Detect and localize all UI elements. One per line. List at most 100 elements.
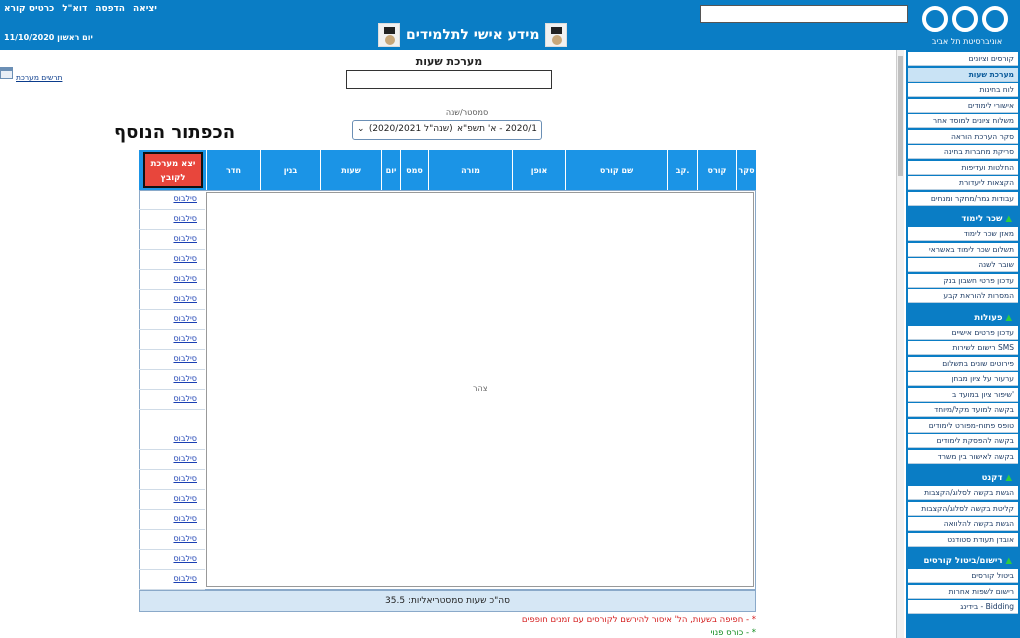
free-course-note: * - כורס פנוי	[710, 628, 756, 638]
sidebar-item[interactable]: סקר הערכת הוראה	[908, 129, 1018, 144]
top-search-input[interactable]	[700, 5, 908, 23]
sidebar-section-header[interactable]: פעולות ▲	[908, 311, 1018, 325]
column-header: בנין	[260, 150, 320, 190]
sidebar-item[interactable]: הגשת בקשה לסלוג/הקצבות	[908, 486, 1018, 500]
expand-arrow-icon: ▲	[1005, 473, 1012, 483]
column-header: קב.	[667, 150, 697, 190]
sidebar-item[interactable]: עדכון פרטי חשבון בנק	[908, 273, 1018, 288]
syllabus-link[interactable]: סילבוס	[139, 570, 205, 590]
sidebar-item[interactable]: קורסים וציונים	[908, 52, 1018, 66]
sidebar-item[interactable]: ביטול קורסים	[908, 569, 1018, 583]
sidebar-item[interactable]: בקשה לאישור בין משרד	[908, 449, 1018, 464]
sidebar-item[interactable]: ערעור על ציון מבחן	[908, 372, 1018, 386]
syllabus-link[interactable]: סילבוס	[139, 290, 205, 310]
sidebar-item[interactable]: רישום לשפות אחרות	[908, 584, 1018, 599]
sidebar-item[interactable]: תשלום שכר לימוד באשראי	[908, 242, 1018, 257]
sidebar-item[interactable]: בקשה למועד מקל/מיוחד	[908, 403, 1018, 417]
sidebar-item[interactable]: בקשה להפסקת לימודים	[908, 434, 1018, 448]
syllabus-link[interactable]: סילבוס	[139, 370, 205, 390]
semester-year: (שנה"ל 2020/2021)	[368, 124, 453, 134]
column-header: סמס	[400, 150, 428, 190]
sidebar-item[interactable]: סריקת מחברות בחינה	[908, 145, 1018, 159]
syllabus-link[interactable]: סילבוס	[139, 350, 205, 370]
syllabus-link[interactable]: סילבוס	[139, 430, 205, 450]
top-bar: יציאה הדפסה דוא"ל כרטיס קורא יום ראשון 1…	[0, 0, 1020, 50]
sidebar-item[interactable]: עדכון פרטים אישיים	[908, 325, 1018, 340]
email-link[interactable]: דוא"ל	[62, 4, 87, 14]
column-header: סקר	[736, 150, 756, 190]
sidebar-item[interactable]: טופס פתוח-מפורט לימודים	[908, 418, 1018, 433]
syllabus-link[interactable]: סילבוס	[139, 310, 205, 330]
syllabus-link[interactable]: סילבוס	[139, 270, 205, 290]
calendar-icon	[0, 67, 13, 79]
chevron-down-icon: ⌄	[357, 124, 365, 134]
syllabus-link[interactable]: סילבוס	[139, 330, 205, 350]
sidebar-item[interactable]: אישורי לימודים	[908, 98, 1018, 113]
sidebar-section-header[interactable]: רישום/ביטול קורסים ▲	[908, 554, 1018, 568]
sidebar-item[interactable]: קליטת בקשה לסלוג/הקצבות	[908, 501, 1018, 516]
column-header: שם קורס	[565, 150, 667, 190]
page-title: מידע אישי לתלמידים	[406, 27, 540, 43]
sidebar-item[interactable]: רישום לשירות SMS	[908, 341, 1018, 355]
sidebar-section-title: דקנט	[981, 473, 1003, 483]
sidebar-section-title: שכר לימוד	[961, 214, 1003, 224]
syllabus-link[interactable]: סילבוס	[139, 530, 205, 550]
syllabus-link[interactable]: סילבוס	[139, 230, 205, 250]
scrollbar-thumb[interactable]	[898, 56, 903, 176]
sidebar-item[interactable]: פירוטים שונים בתשלום	[908, 356, 1018, 371]
column-header: קורס	[697, 150, 736, 190]
overlap-note: * - חפיפה בשעות, הל' איסור להירשם לקורסי…	[521, 615, 756, 625]
sidebar-item[interactable]: החלטות ועדיפות	[908, 160, 1018, 175]
logo-circle-icon	[982, 6, 1008, 32]
print-link[interactable]: הדפסה	[95, 4, 125, 14]
sidebar-item[interactable]: המסרות להוראת קבע	[908, 289, 1018, 303]
column-header: מורה	[428, 150, 512, 190]
sidebar-item[interactable]: מאזן שכר לימוד	[908, 227, 1018, 241]
logo-circle-icon	[922, 6, 948, 32]
sidebar-item[interactable]: שובר לשנה	[908, 258, 1018, 272]
syllabus-link[interactable]: סילבוס	[139, 450, 205, 470]
sidebar-item[interactable]: הקצאות ליעדורת	[908, 176, 1018, 190]
sidebar-section-header[interactable]: שכר לימוד ▲	[908, 212, 1018, 226]
expand-arrow-icon: ▲	[1005, 312, 1012, 323]
calendar-link-label[interactable]: תרשים מערכת	[16, 73, 62, 82]
utility-links: יציאה הדפסה דוא"ל כרטיס קורא	[4, 4, 157, 14]
syllabus-link[interactable]: סילבוס	[139, 210, 205, 230]
schedule-name-box[interactable]	[346, 70, 552, 89]
semester-value: 2020/1 - א' תשפ"א	[456, 124, 537, 134]
card-reader-link[interactable]: כרטיס קורא	[4, 4, 54, 14]
university-name: אוניברסיטת תל אביב	[931, 37, 1003, 46]
expand-arrow-icon: ▲	[1005, 556, 1012, 566]
syllabus-link[interactable]: סילבוס	[139, 510, 205, 530]
syllabus-link[interactable]: סילבוס	[139, 390, 205, 410]
graduate-icon	[545, 23, 568, 47]
notes: * - חפיפה בשעות, הל' איסור להירשם לקורסי…	[139, 612, 756, 638]
sidebar-item[interactable]: אובדן תעודת סטודנט	[908, 532, 1018, 547]
syllabus-link[interactable]: סילבוס	[139, 470, 205, 490]
sidebar-item[interactable]: משלוח ציונים למוסד אחר	[908, 114, 1018, 128]
calendar-link[interactable]: תרשים מערכת	[0, 67, 62, 82]
sidebar-item[interactable]: שיפור ציון במועד ב'	[908, 387, 1018, 402]
logout-link[interactable]: יציאה	[133, 4, 157, 14]
empty-grid-text: צהר	[473, 384, 488, 393]
schedule-label: מערכת שעות	[415, 55, 483, 68]
sidebar-item[interactable]: בידינג - Bidding	[908, 600, 1018, 614]
semester-select[interactable]: 2020/1 - א' תשפ"א (שנה"ל 2020/2021) ⌄	[352, 120, 542, 140]
schedule-table-header: סקר קורס קב. שם קורס אופן מורה סמס יום שעות בנין ח…	[139, 150, 756, 190]
syllabus-link[interactable]: סילבוס	[139, 190, 205, 210]
sidebar-item[interactable]: עבודות גמר/מחקר ומנחים	[908, 191, 1018, 206]
export-schedule-button[interactable]: יצא מערכת לקובץ	[143, 152, 203, 188]
scrollbar[interactable]	[896, 50, 904, 638]
sidebar-item[interactable]: מערכת שעות	[908, 67, 1018, 82]
syllabus-link[interactable]: סילבוס	[139, 250, 205, 270]
current-date: יום ראשון 11/10/2020	[4, 33, 93, 42]
sidebar-item[interactable]: הגשת בקשה להלוואה	[908, 517, 1018, 531]
logo-circle-icon	[952, 6, 978, 32]
column-header: שעות	[320, 150, 381, 190]
sidebar-section-header[interactable]: דקנט ▲	[908, 471, 1018, 485]
sidebar-item[interactable]: לוח בחינות	[908, 83, 1018, 97]
sidebar-section-title: רישום/ביטול קורסים	[923, 556, 1003, 566]
syllabus-link[interactable]: סילבוס	[139, 550, 205, 570]
total-hours: סה"כ שעות סמסטריאליות: 35.5	[139, 590, 756, 612]
syllabus-link[interactable]: סילבוס	[139, 490, 205, 510]
